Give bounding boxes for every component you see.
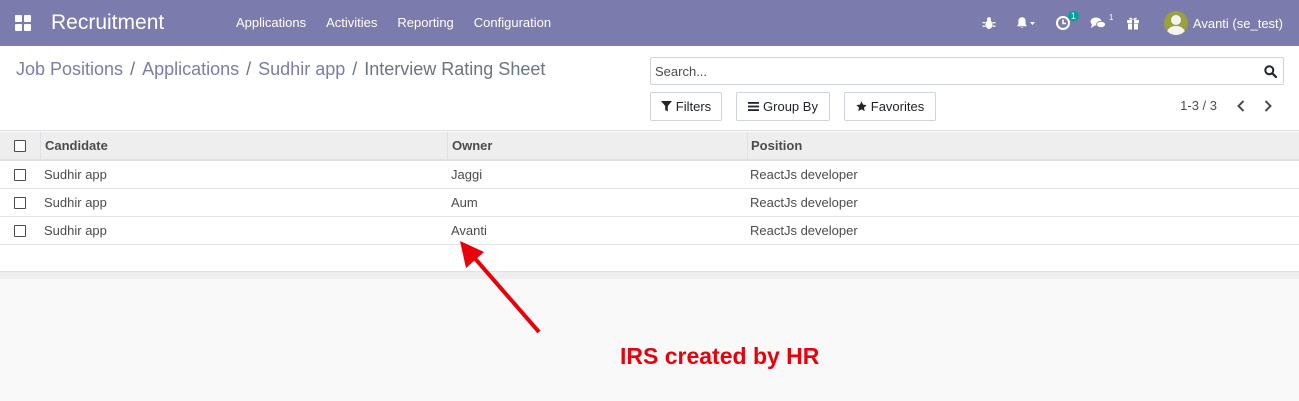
breadcrumb-applications[interactable]: Applications: [142, 59, 239, 80]
pager-next-icon[interactable]: [1255, 95, 1281, 117]
group-by-button[interactable]: Group By: [736, 92, 830, 121]
breadcrumb-job-positions[interactable]: Job Positions: [16, 59, 123, 80]
bell-icon[interactable]: [1006, 0, 1046, 46]
bars-icon: [748, 102, 760, 111]
breadcrumb-separator: /: [352, 59, 358, 79]
pager-previous-icon[interactable]: [1228, 95, 1254, 117]
table-row[interactable]: Sudhir app Avanti ReactJs developer: [0, 217, 1299, 245]
row-checkbox[interactable]: [14, 168, 26, 181]
menu-item-configuration[interactable]: Configuration: [464, 0, 561, 46]
star-icon: [856, 101, 867, 112]
menu-item-reporting[interactable]: Reporting: [387, 0, 463, 46]
pager-value[interactable]: 1-3 / 3: [1180, 98, 1217, 113]
owner-cell: Aum: [451, 195, 478, 210]
position-cell: ReactJs developer: [750, 195, 858, 210]
position-cell: ReactJs developer: [750, 167, 858, 182]
row-checkbox[interactable]: [14, 224, 26, 237]
bug-icon[interactable]: [972, 0, 1006, 46]
search-input[interactable]: [655, 63, 1257, 79]
breadcrumb-separator: /: [130, 59, 136, 79]
breadcrumb: Job Positions / Applications / Sudhir ap…: [16, 59, 545, 80]
table-header: Candidate Owner Position: [0, 132, 1299, 161]
chat-icon[interactable]: 1: [1080, 0, 1116, 46]
row-checkbox[interactable]: [14, 196, 26, 209]
top-navbar: Recruitment Applications Activities Repo…: [0, 0, 1299, 46]
avatar: [1163, 11, 1188, 35]
list-table: Candidate Owner Position Sudhir app Jagg…: [0, 132, 1299, 279]
breadcrumb-sudhir-app[interactable]: Sudhir app: [258, 59, 345, 80]
search-icon[interactable]: [1257, 64, 1283, 78]
activity-badge: 1: [1067, 11, 1079, 21]
menu-item-applications[interactable]: Applications: [226, 0, 316, 46]
table-footer: [0, 272, 1299, 279]
empty-row: [0, 245, 1299, 272]
messages-badge: 1: [1108, 13, 1114, 22]
control-panel: Job Positions / Applications / Sudhir ap…: [0, 46, 1299, 131]
systray: 1 1 Avanti (se_test): [972, 0, 1299, 46]
candidate-cell: Sudhir app: [44, 223, 107, 238]
candidate-cell: Sudhir app: [44, 195, 107, 210]
group-by-label: Group By: [763, 99, 818, 114]
app-title: Recruitment: [51, 11, 165, 34]
favorites-label: Favorites: [870, 99, 925, 114]
apps-menu-icon[interactable]: [0, 0, 46, 46]
annotation-text: IRS created by HR: [620, 343, 820, 369]
favorites-button[interactable]: Favorites: [844, 92, 936, 121]
column-position[interactable]: Position: [747, 132, 1299, 159]
user-menu[interactable]: Avanti (se_test): [1150, 0, 1299, 46]
select-all-checkbox[interactable]: [14, 139, 26, 152]
user-name: Avanti (se_test): [1192, 15, 1283, 31]
search-box: [650, 57, 1284, 85]
select-all-cell: [0, 132, 40, 159]
filters-label: Filters: [675, 99, 712, 114]
table-row[interactable]: Sudhir app Jaggi ReactJs developer: [0, 161, 1299, 189]
candidate-cell: Sudhir app: [44, 167, 107, 182]
menu-item-activities[interactable]: Activities: [316, 0, 387, 46]
row-select-cell: [0, 189, 40, 216]
filters-button[interactable]: Filters: [650, 92, 722, 121]
breadcrumb-separator: /: [246, 59, 252, 79]
annotation-arrow-icon: [460, 241, 541, 334]
column-owner[interactable]: Owner: [447, 132, 747, 159]
filter-icon: [660, 101, 672, 112]
gift-icon[interactable]: [1116, 0, 1150, 46]
row-select-cell: [0, 217, 40, 244]
main-menu: Applications Activities Reporting Config…: [226, 0, 561, 46]
row-select-cell: [0, 161, 40, 188]
table-row[interactable]: Sudhir app Aum ReactJs developer: [0, 189, 1299, 217]
position-cell: ReactJs developer: [750, 223, 858, 238]
page-title: Interview Rating Sheet: [364, 59, 546, 79]
column-candidate[interactable]: Candidate: [40, 132, 447, 159]
clock-icon[interactable]: 1: [1046, 0, 1080, 46]
owner-cell: Jaggi: [451, 167, 483, 182]
